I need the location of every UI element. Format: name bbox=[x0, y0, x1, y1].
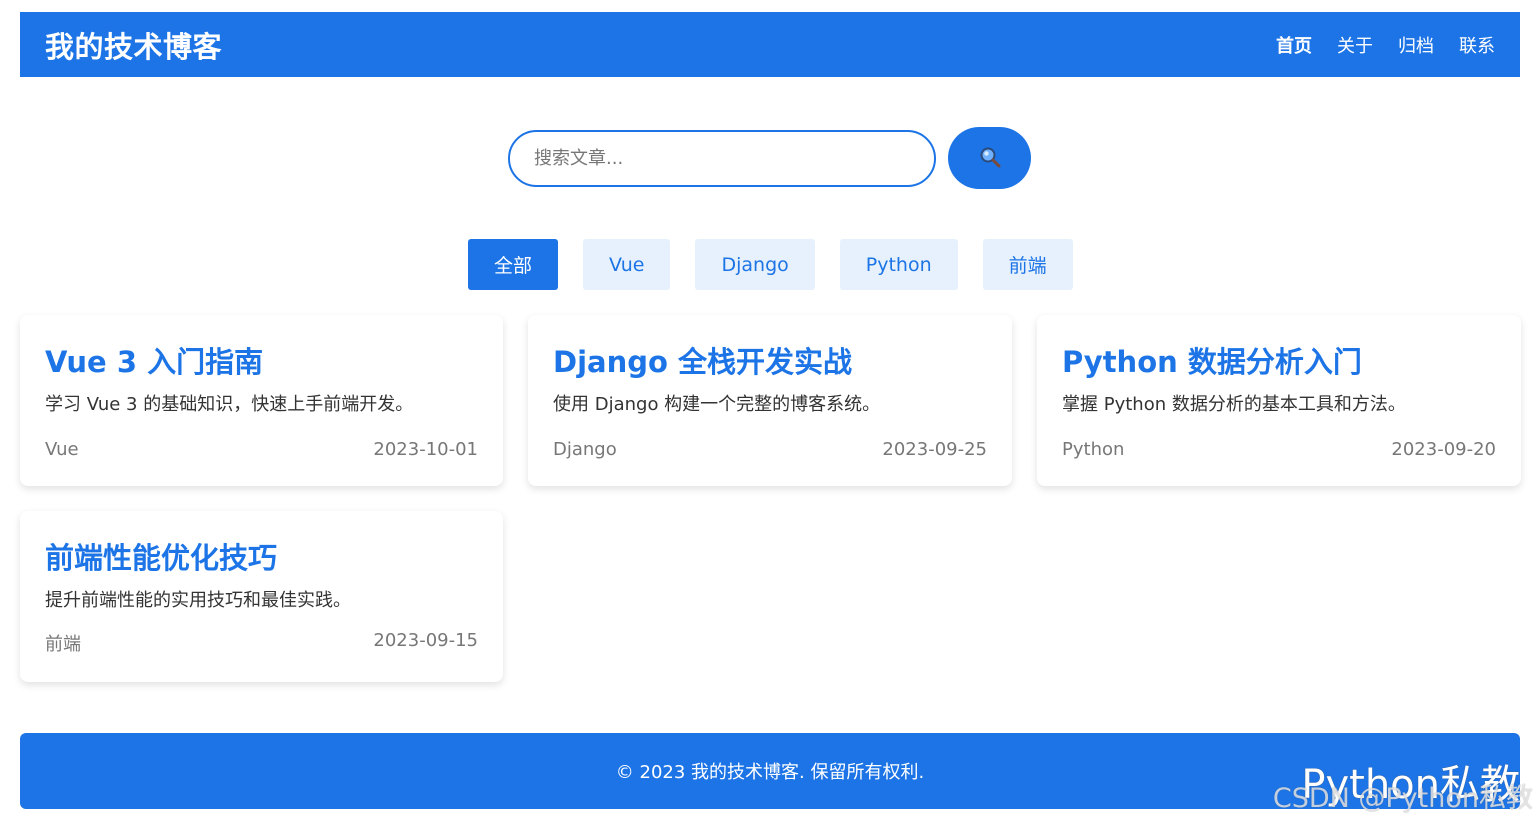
post-title[interactable]: Django 全栈开发实战 bbox=[553, 342, 987, 382]
search-bar bbox=[508, 127, 1031, 189]
post-tag: Vue bbox=[45, 439, 79, 460]
post-card[interactable]: Python 数据分析入门 掌握 Python 数据分析的基本工具和方法。 Py… bbox=[1037, 315, 1521, 486]
post-date: 2023-10-01 bbox=[373, 439, 478, 460]
site-title[interactable]: 我的技术博客 bbox=[45, 24, 222, 66]
post-list: Vue 3 入门指南 学习 Vue 3 的基础知识，快速上手前端开发。 Vue … bbox=[20, 315, 1521, 682]
watermark-small: CSDN @Python私教 bbox=[1272, 783, 1533, 814]
filter-frontend[interactable]: 前端 bbox=[982, 239, 1073, 290]
nav-archive[interactable]: 归档 bbox=[1398, 32, 1434, 58]
post-tag: 前端 bbox=[45, 634, 81, 655]
post-date: 2023-09-15 bbox=[373, 630, 478, 651]
post-meta: Vue 2023-10-01 bbox=[45, 439, 478, 460]
post-description: 掌握 Python 数据分析的基本工具和方法。 bbox=[1062, 394, 1406, 415]
nav-contact[interactable]: 联系 bbox=[1459, 32, 1495, 58]
post-card[interactable]: Django 全栈开发实战 使用 Django 构建一个完整的博客系统。 Dja… bbox=[528, 315, 1012, 486]
post-title[interactable]: 前端性能优化技巧 bbox=[45, 538, 478, 578]
post-date: 2023-09-25 bbox=[882, 439, 987, 460]
nav-about[interactable]: 关于 bbox=[1337, 32, 1373, 58]
filter-all[interactable]: 全部 bbox=[468, 239, 559, 290]
magnifier-icon bbox=[978, 145, 1002, 172]
search-button[interactable] bbox=[948, 127, 1031, 189]
post-meta: 前端 2023-09-15 bbox=[45, 630, 478, 656]
post-description: 学习 Vue 3 的基础知识，快速上手前端开发。 bbox=[45, 394, 414, 415]
main-nav: 首页 关于 归档 联系 bbox=[1276, 32, 1495, 58]
copyright-text: © 2023 我的技术博客. 保留所有权利. bbox=[615, 762, 925, 783]
filter-vue[interactable]: Vue bbox=[583, 239, 671, 290]
site-header: 我的技术博客 首页 关于 归档 联系 bbox=[20, 12, 1520, 77]
post-tag: Django bbox=[553, 439, 617, 460]
post-card[interactable]: Vue 3 入门指南 学习 Vue 3 的基础知识，快速上手前端开发。 Vue … bbox=[20, 315, 503, 486]
search-input[interactable] bbox=[508, 129, 936, 187]
nav-home[interactable]: 首页 bbox=[1276, 32, 1312, 58]
post-date: 2023-09-20 bbox=[1391, 439, 1496, 460]
filter-django[interactable]: Django bbox=[695, 239, 815, 290]
filter-python[interactable]: Python bbox=[839, 239, 958, 290]
post-card[interactable]: 前端性能优化技巧 提升前端性能的实用技巧和最佳实践。 前端 2023-09-15 bbox=[20, 511, 503, 682]
page: 我的技术博客 首页 关于 归档 联系 全部 Vue Django Python … bbox=[0, 0, 1539, 820]
post-title[interactable]: Vue 3 入门指南 bbox=[45, 342, 478, 382]
post-description: 使用 Django 构建一个完整的博客系统。 bbox=[553, 394, 881, 415]
post-description: 提升前端性能的实用技巧和最佳实践。 bbox=[45, 590, 351, 611]
post-meta: Django 2023-09-25 bbox=[553, 439, 987, 460]
post-title[interactable]: Python 数据分析入门 bbox=[1062, 342, 1496, 382]
category-filters: 全部 Vue Django Python 前端 bbox=[468, 239, 1073, 290]
post-meta: Python 2023-09-20 bbox=[1062, 439, 1496, 460]
post-tag: Python bbox=[1062, 439, 1125, 460]
